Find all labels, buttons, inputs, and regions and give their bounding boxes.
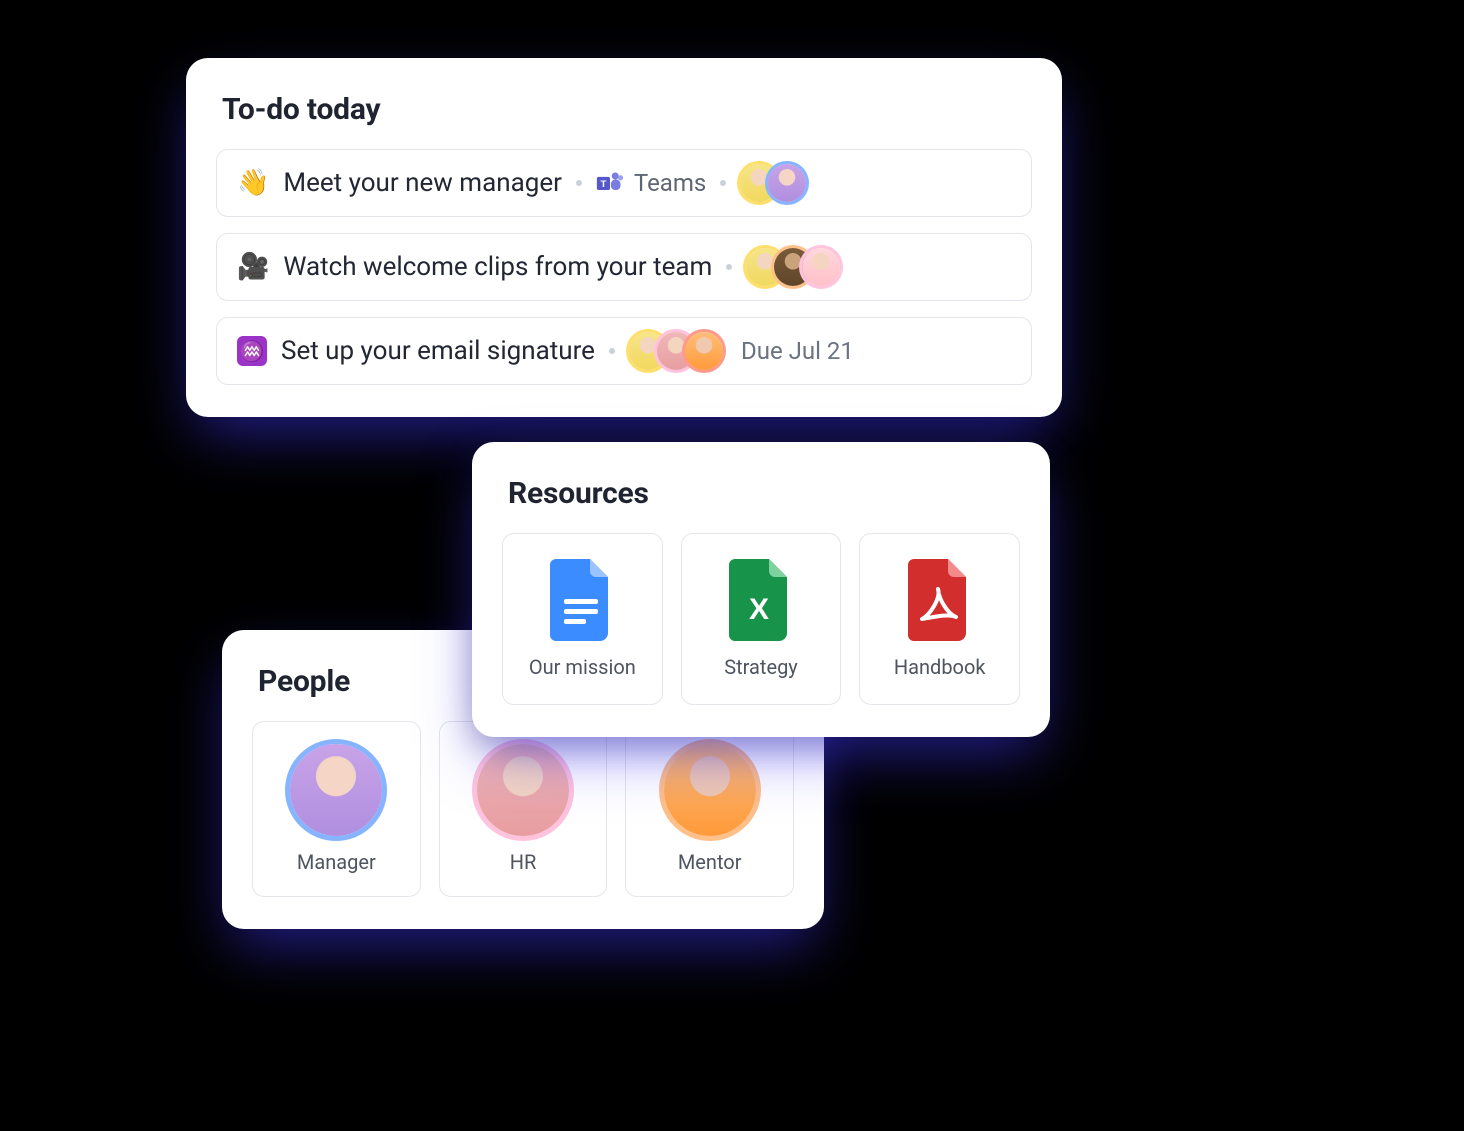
people-grid: Manager HR Mentor xyxy=(252,721,794,897)
avatar-stack xyxy=(629,332,723,370)
person-role-label: Mentor xyxy=(678,850,742,874)
todo-title: To-do today xyxy=(222,92,1026,127)
excel-icon: X xyxy=(729,559,793,641)
todo-item[interactable]: 👋 Meet your new manager T Teams xyxy=(216,149,1032,217)
avatar-stack xyxy=(746,248,840,286)
resource-label: Strategy xyxy=(724,655,798,679)
resources-title: Resources xyxy=(508,476,1014,511)
resources-card: Resources Our mission X Strategy xyxy=(472,442,1050,737)
resource-tile-mission[interactable]: Our mission xyxy=(502,533,663,705)
camera-emoji-icon: 🎥 xyxy=(237,254,269,280)
svg-text:T: T xyxy=(600,179,606,190)
person-tile-hr[interactable]: HR xyxy=(439,721,608,897)
avatar-stack xyxy=(740,164,806,202)
todo-item-title: Set up your email signature xyxy=(281,336,595,366)
wave-emoji-icon: 👋 xyxy=(237,170,269,196)
teams-icon: T xyxy=(596,169,624,197)
todo-list: 👋 Meet your new manager T Teams xyxy=(216,149,1032,385)
separator-dot-icon xyxy=(726,264,732,270)
app-name: Teams xyxy=(634,169,706,197)
google-doc-icon xyxy=(550,559,614,641)
person-role-label: HR xyxy=(510,850,537,874)
pdf-icon xyxy=(908,559,972,641)
person-tile-manager[interactable]: Manager xyxy=(252,721,421,897)
todo-item-title: Watch welcome clips from your team xyxy=(283,252,712,282)
avatar-icon xyxy=(290,744,382,836)
resource-tile-handbook[interactable]: Handbook xyxy=(859,533,1020,705)
avatar-icon xyxy=(802,248,840,286)
resource-label: Our mission xyxy=(529,655,636,679)
separator-dot-icon xyxy=(720,180,726,186)
due-date-label: Due Jul 21 xyxy=(741,337,854,365)
avatar-icon xyxy=(685,332,723,370)
avatar-icon xyxy=(477,744,569,836)
avatar-icon xyxy=(768,164,806,202)
todo-item[interactable]: 🎥 Watch welcome clips from your team xyxy=(216,233,1032,301)
todo-item-title: Meet your new manager xyxy=(283,168,562,198)
app-chip-teams: T Teams xyxy=(596,169,706,197)
todo-card: To-do today 👋 Meet your new manager T Te… xyxy=(186,58,1062,417)
separator-dot-icon xyxy=(609,348,615,354)
aquarius-emoji-icon: ♒ xyxy=(237,336,267,366)
svg-text:X: X xyxy=(749,593,769,626)
resource-label: Handbook xyxy=(894,655,986,679)
resource-tile-strategy[interactable]: X Strategy xyxy=(681,533,842,705)
person-tile-mentor[interactable]: Mentor xyxy=(625,721,794,897)
person-role-label: Manager xyxy=(297,850,376,874)
separator-dot-icon xyxy=(576,180,582,186)
todo-item[interactable]: ♒ Set up your email signature Due Jul 21 xyxy=(216,317,1032,385)
avatar-icon xyxy=(664,744,756,836)
resource-grid: Our mission X Strategy Handbook xyxy=(502,533,1020,705)
